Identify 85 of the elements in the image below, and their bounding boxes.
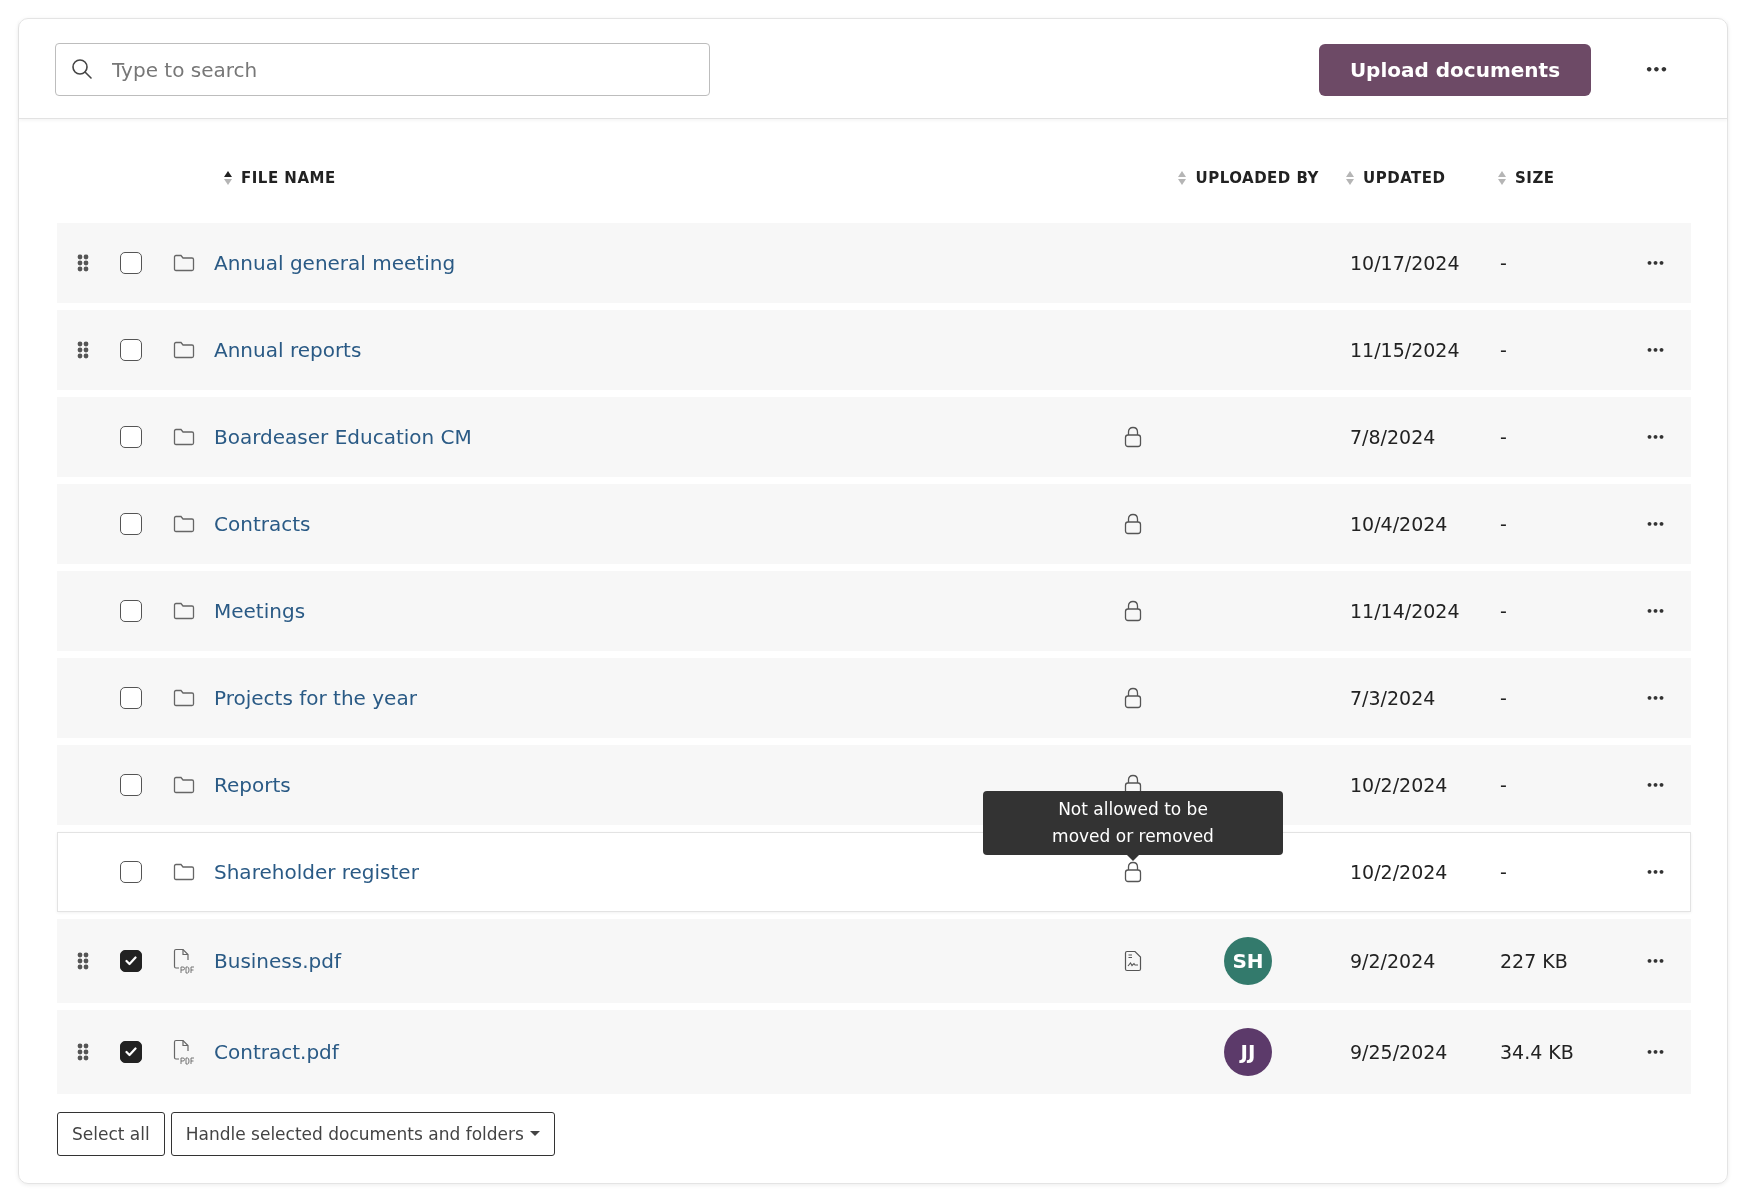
actions-dropdown-button[interactable]: Handle selected documents and folders: [170, 1112, 555, 1156]
checkbox[interactable]: [120, 687, 142, 709]
checkbox[interactable]: [120, 600, 142, 622]
updated-date: 9/25/2024: [1349, 1041, 1448, 1063]
file-size: -: [1499, 687, 1507, 709]
table-row[interactable]: Annual general meeting 10/17/2024 - •••: [57, 223, 1691, 303]
file-name-link[interactable]: Projects for the year: [214, 686, 417, 710]
select-all-button[interactable]: Select all: [57, 1112, 165, 1156]
file-size: -: [1499, 252, 1507, 274]
checkbox[interactable]: [120, 1041, 142, 1063]
checkbox[interactable]: [120, 339, 142, 361]
file-name-link[interactable]: Contract.pdf: [214, 1040, 339, 1064]
pdf-file-icon: [173, 948, 195, 974]
folder-icon: [173, 428, 195, 446]
row-menu-button[interactable]: •••: [1641, 426, 1669, 448]
file-size: 34.4 KB: [1499, 1041, 1574, 1063]
tooltip: Not allowed to be moved or removed: [983, 791, 1283, 855]
row-menu-button[interactable]: •••: [1641, 861, 1669, 883]
file-name-link[interactable]: Meetings: [214, 599, 306, 623]
file-size: -: [1499, 513, 1507, 535]
checkbox[interactable]: [120, 513, 142, 535]
table-row[interactable]: Projects for the year 7/3/2024 - •••: [57, 658, 1691, 738]
row-menu-button[interactable]: •••: [1641, 339, 1669, 361]
updated-date: 10/2/2024: [1349, 861, 1448, 883]
file-size: -: [1499, 339, 1507, 361]
checkbox[interactable]: [120, 426, 142, 448]
file-size: -: [1499, 600, 1507, 622]
folder-icon: [173, 341, 195, 359]
row-menu-button[interactable]: •••: [1641, 1041, 1669, 1063]
column-header[interactable]: UPDATED: [1363, 169, 1446, 187]
uploader-avatar: JJ: [1224, 1028, 1272, 1076]
checkbox[interactable]: [120, 950, 142, 972]
drag-handle-icon[interactable]: [77, 341, 89, 359]
row-menu-button[interactable]: •••: [1641, 950, 1669, 972]
column-header[interactable]: SIZE: [1515, 169, 1555, 187]
checkbox[interactable]: [120, 861, 142, 883]
folder-icon: [173, 254, 195, 272]
updated-date: 10/4/2024: [1349, 513, 1448, 535]
file-name-link[interactable]: Business.pdf: [214, 949, 341, 973]
updated-date: 7/3/2024: [1349, 687, 1436, 709]
updated-date: 9/2/2024: [1349, 950, 1436, 972]
upload-button[interactable]: Upload documents: [1318, 43, 1592, 96]
file-name-link[interactable]: Boardeaser Education CM: [214, 425, 472, 449]
row-menu-button[interactable]: •••: [1641, 600, 1669, 622]
check-icon: [125, 956, 137, 966]
table-row[interactable]: Contract.pdf JJ 9/25/2024 34.4 KB •••: [57, 1010, 1691, 1094]
table-row[interactable]: Annual reports 11/15/2024 - •••: [57, 310, 1691, 390]
folder-icon: [173, 689, 195, 707]
table-row[interactable]: Business.pdf SH 9/2/2024 227 KB •••: [57, 919, 1691, 1003]
row-menu-button[interactable]: •••: [1641, 252, 1669, 274]
check-icon: [125, 1047, 137, 1057]
updated-date: 11/14/2024: [1349, 600, 1460, 622]
folder-icon: [173, 863, 195, 881]
file-size: 227 KB: [1499, 950, 1568, 972]
search-field[interactable]: Type to search: [55, 43, 710, 96]
column-header[interactable]: FILE NAME: [241, 169, 336, 187]
updated-date: 11/15/2024: [1349, 339, 1460, 361]
file-name-link[interactable]: Annual general meeting: [214, 251, 456, 275]
table-row[interactable]: Boardeaser Education CM 7/8/2024 - •••: [57, 397, 1691, 477]
caret-icon: [529, 1131, 540, 1137]
row-menu-button[interactable]: •••: [1641, 513, 1669, 535]
more-menu-button[interactable]: •••: [1641, 58, 1671, 81]
sort-icon[interactable]: [223, 170, 233, 186]
folder-icon: [173, 776, 195, 794]
table-row[interactable]: Meetings 11/14/2024 - •••: [57, 571, 1691, 651]
uploader-avatar: SH: [1224, 937, 1272, 985]
drag-handle-icon[interactable]: [77, 952, 89, 970]
pdf-file-icon: [173, 1039, 195, 1065]
drag-handle-icon[interactable]: [77, 254, 89, 272]
search-icon: [71, 58, 93, 80]
updated-date: 7/8/2024: [1349, 426, 1436, 448]
file-name-link[interactable]: Shareholder register: [214, 860, 419, 884]
table-row[interactable]: Contracts 10/4/2024 - •••: [57, 484, 1691, 564]
file-name-link[interactable]: Contracts: [214, 512, 311, 536]
file-name-link[interactable]: Annual reports: [214, 338, 362, 362]
checkbox[interactable]: [120, 252, 142, 274]
folder-icon: [173, 602, 195, 620]
updated-date: 10/17/2024: [1349, 252, 1460, 274]
folder-icon: [173, 515, 195, 533]
row-menu-button[interactable]: •••: [1641, 687, 1669, 709]
column-header[interactable]: UPLOADED BY: [1195, 169, 1319, 187]
file-size: -: [1499, 861, 1507, 883]
file-size: -: [1499, 426, 1507, 448]
checkbox[interactable]: [120, 774, 142, 796]
drag-handle-icon[interactable]: [77, 1043, 89, 1061]
